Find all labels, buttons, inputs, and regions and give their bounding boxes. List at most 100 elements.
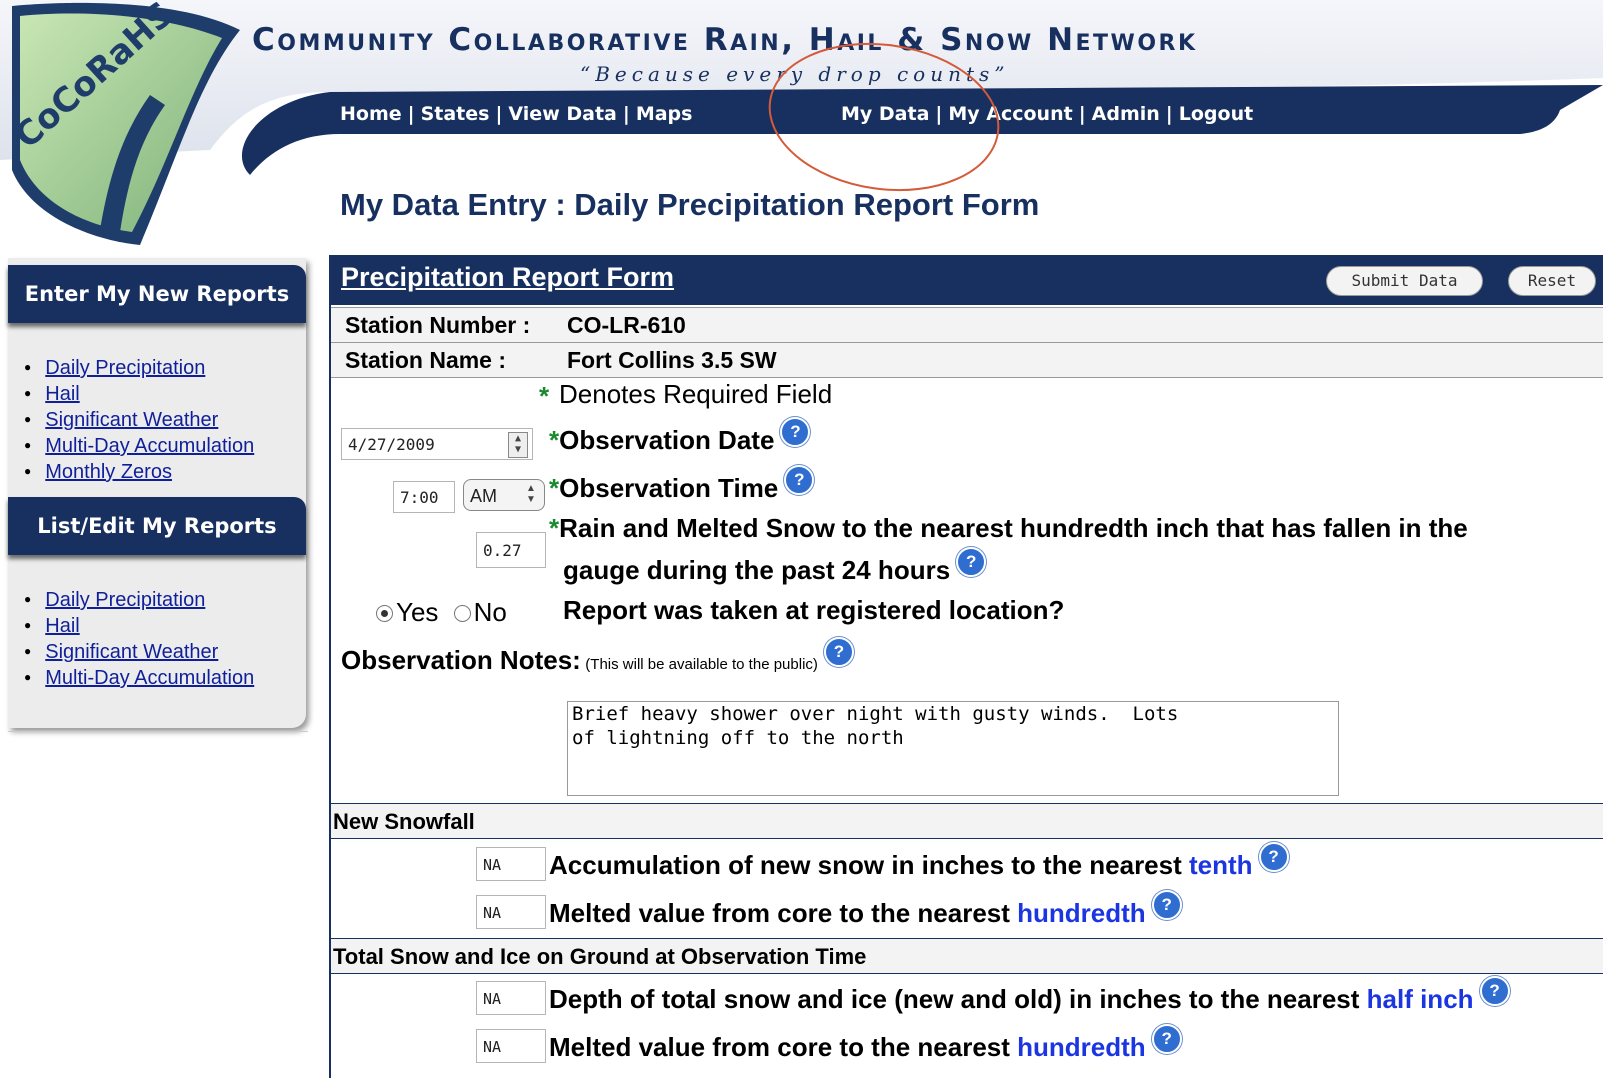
list-item: Daily Precipitation <box>24 355 254 381</box>
list-item: Significant Weather <box>24 639 254 665</box>
help-icon[interactable]: ? <box>956 547 987 577</box>
required-star: * <box>539 381 550 411</box>
required-star: * <box>549 473 560 503</box>
required-field-note: Denotes Required Field <box>559 379 833 409</box>
notes-sublabel: (This will be available to the public) <box>585 656 818 673</box>
station-number-label: Station Number : <box>345 312 531 338</box>
nav-separator: | <box>622 103 630 125</box>
form-title-link[interactable]: Precipitation Report Form <box>341 262 674 293</box>
site-title: Community Collaborative Rain, Hail & Sno… <box>252 22 1198 58</box>
help-icon[interactable]: ? <box>823 637 854 667</box>
chevron-updown-icon: ▲ ▼ <box>526 483 536 505</box>
nav-states[interactable]: States <box>421 103 490 125</box>
observation-date-value: 4/27/2009 <box>348 435 435 454</box>
page-title: My Data Entry : Daily Precipitation Repo… <box>340 187 1040 222</box>
list-item: Multi-Day Accumulation <box>24 433 254 459</box>
sidebar-link-hail[interactable]: Hail <box>45 383 79 405</box>
sidebar-link-edit-hail[interactable]: Hail <box>45 615 79 637</box>
required-marker: * <box>539 381 549 412</box>
help-icon[interactable]: ? <box>1151 1024 1182 1054</box>
sidebar-heading-enter-reports: Enter My New Reports <box>8 265 306 323</box>
observation-date-label-text: Observation Date <box>559 425 775 455</box>
depth-unit-text: half inch <box>1366 984 1474 1014</box>
sidebar-list-edit-reports-list: Daily Precipitation Hail Significant Wea… <box>24 587 254 691</box>
total-melted-unit-text: hundredth <box>1017 1032 1146 1062</box>
total-snow-depth-input[interactable]: NA <box>476 981 546 1015</box>
list-item: Daily Precipitation <box>24 587 254 613</box>
list-item: Hail <box>24 381 254 407</box>
new-snow-melted-input[interactable]: NA <box>476 895 546 929</box>
list-item: Hail <box>24 613 254 639</box>
rain-label-text: Rain and Melted Snow to the nearest hund… <box>559 513 1468 543</box>
rain-amount-input[interactable]: 0.27 <box>476 532 546 568</box>
list-item: Monthly Zeros <box>24 459 254 485</box>
station-number-row: Station Number : CO-LR-610 <box>331 307 1603 343</box>
observation-date-label: *Observation Date? <box>549 417 811 456</box>
submit-data-button[interactable]: Submit Data <box>1326 266 1483 296</box>
list-item: Multi-Day Accumulation <box>24 665 254 691</box>
help-icon[interactable]: ? <box>1479 976 1510 1006</box>
nav-separator: | <box>1078 103 1086 125</box>
melted-label-text: Melted value from core to the nearest <box>549 898 1010 928</box>
location-radio-group: Yes No <box>376 597 507 628</box>
new-snow-melted-label: Melted value from core to the nearest hu… <box>549 890 1182 929</box>
nav-separator: | <box>407 103 415 125</box>
rain-label-line1: *Rain and Melted Snow to the nearest hun… <box>549 513 1468 544</box>
help-icon[interactable]: ? <box>1258 842 1289 872</box>
list-item: Significant Weather <box>24 407 254 433</box>
total-snow-melted-input[interactable]: NA <box>476 1029 546 1063</box>
total-snow-melted-label: Melted value from core to the nearest hu… <box>549 1024 1182 1063</box>
rain-label-line2: gauge during the past 24 hours? <box>563 547 987 586</box>
observation-time-input[interactable]: 7:00 <box>393 481 455 513</box>
main-nav: Home | States | View Data | Maps <box>340 103 692 125</box>
required-star: * <box>549 513 560 543</box>
date-spinner-icon[interactable]: ▲ ▼ <box>508 432 528 458</box>
station-name-row: Station Name : Fort Collins 3.5 SW <box>331 343 1603 378</box>
melted-unit-text: hundredth <box>1017 898 1146 928</box>
station-name-label: Station Name : <box>345 347 507 373</box>
sidebar-link-significant-weather[interactable]: Significant Weather <box>45 409 218 431</box>
nav-maps[interactable]: Maps <box>636 103 693 125</box>
required-star: * <box>549 425 560 455</box>
new-snow-accumulation-label: Accumulation of new snow in inches to th… <box>549 842 1289 881</box>
station-number-value: CO-LR-610 <box>567 312 686 338</box>
radio-yes[interactable] <box>376 605 393 622</box>
help-icon[interactable]: ? <box>784 465 815 495</box>
observation-date-input[interactable]: 4/27/2009 ▲ ▼ <box>341 428 533 460</box>
sidebar-link-edit-daily-precipitation[interactable]: Daily Precipitation <box>45 589 205 611</box>
sidebar-link-multi-day-accumulation[interactable]: Multi-Day Accumulation <box>45 435 254 457</box>
radio-no[interactable] <box>453 605 471 622</box>
nav-view-data[interactable]: View Data <box>508 103 616 125</box>
form-title-bar: Precipitation Report Form Submit Data Re… <box>331 255 1603 305</box>
radio-yes-label: Yes <box>396 597 439 627</box>
sidebar-link-edit-significant-weather[interactable]: Significant Weather <box>45 641 218 663</box>
new-snow-accumulation-input[interactable]: NA <box>476 847 546 881</box>
new-snowfall-title: New Snowfall <box>333 809 475 834</box>
radio-no-label: No <box>473 597 507 627</box>
help-icon[interactable]: ? <box>1151 890 1182 920</box>
total-snow-section: Total Snow and Ice on Ground at Observat… <box>331 938 1603 974</box>
nav-admin[interactable]: Admin <box>1092 103 1160 125</box>
accum-label-text: Accumulation of new snow in inches to th… <box>549 850 1182 880</box>
nav-separator: | <box>1165 103 1173 125</box>
sidebar-enter-reports-list: Daily Precipitation Hail Significant Wea… <box>24 355 254 485</box>
nav-home[interactable]: Home <box>340 103 402 125</box>
am-pm-value: AM <box>470 486 497 506</box>
precipitation-form: Precipitation Report Form Submit Data Re… <box>329 255 1603 1078</box>
depth-label-text: Depth of total snow and ice (new and old… <box>549 984 1360 1014</box>
observation-time-label: *Observation Time? <box>549 465 815 504</box>
observation-notes-textarea[interactable]: Brief heavy shower over night with gusty… <box>567 701 1339 796</box>
registered-location-question: Report was taken at registered location? <box>563 595 1065 625</box>
reset-button[interactable]: Reset <box>1508 266 1596 296</box>
nav-logout[interactable]: Logout <box>1179 103 1253 125</box>
sidebar-heading-list-edit-reports: List/Edit My Reports <box>8 497 306 555</box>
total-melted-label-text: Melted value from core to the nearest <box>549 1032 1010 1062</box>
nav-separator: | <box>495 103 503 125</box>
am-pm-select[interactable]: AM ▲ ▼ <box>463 479 545 511</box>
sidebar-link-monthly-zeros[interactable]: Monthly Zeros <box>45 461 172 483</box>
sidebar-link-daily-precipitation[interactable]: Daily Precipitation <box>45 357 205 379</box>
sidebar-link-edit-multi-day-accumulation[interactable]: Multi-Day Accumulation <box>45 667 254 689</box>
sidebar-divider <box>8 731 308 732</box>
observation-notes-label: Observation Notes: (This will be availab… <box>341 637 854 676</box>
help-icon[interactable]: ? <box>780 417 811 447</box>
